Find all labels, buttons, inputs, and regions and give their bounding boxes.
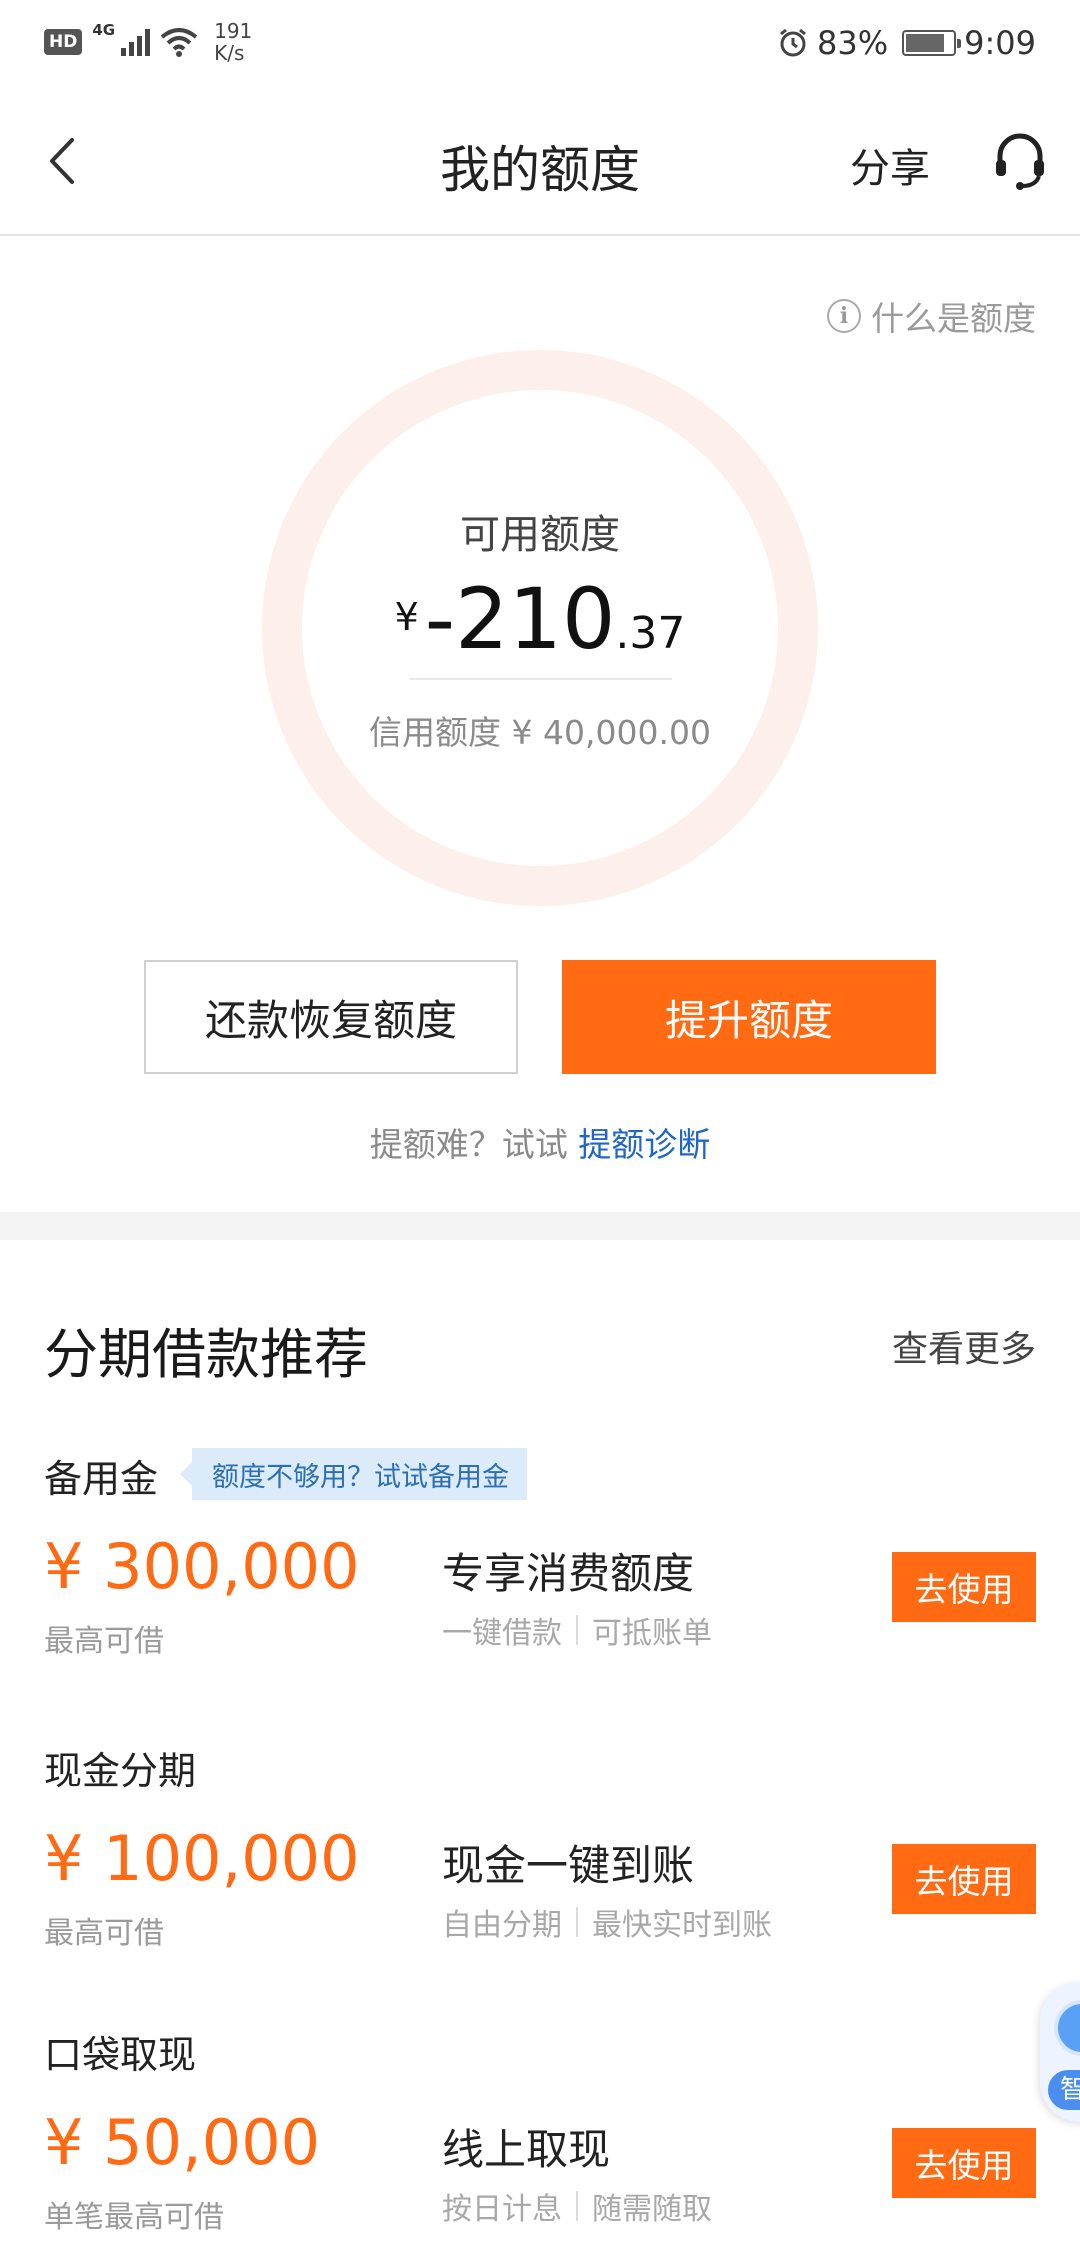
what-is-quota-label: 什么是额度 xyxy=(871,299,1036,338)
product-desc-item: 随需随取 xyxy=(592,2192,712,2227)
repay-restore-button[interactable]: 还款恢复额度 xyxy=(144,960,518,1074)
product-feature: 线上取现 xyxy=(442,2125,611,2174)
nav-bar: 我的额度 分享 xyxy=(0,86,1080,236)
available-quota-label: 可用额度 xyxy=(460,512,620,558)
share-button[interactable]: 分享 xyxy=(850,136,930,194)
product-desc-item: 自由分期 xyxy=(442,1908,562,1943)
battery-percent: 83% xyxy=(817,24,889,62)
product-desc-item: 按日计息 xyxy=(442,2192,562,2227)
battery-icon xyxy=(902,30,962,56)
what-is-quota-link[interactable]: i 什么是额度 xyxy=(827,292,1036,340)
product-description: 一键借款 可抵账单 xyxy=(442,1608,712,1652)
available-quota-amount: ¥-210.37 xyxy=(0,570,1080,668)
product-max-amount: ¥ 300,000 xyxy=(44,1530,360,1603)
product-amount-caption: 单笔最高可借 xyxy=(44,2200,224,2235)
net-speed: 191 K/s xyxy=(214,20,252,64)
raise-quota-button[interactable]: 提升额度 xyxy=(562,960,936,1074)
status-right: 83% 9:09 xyxy=(777,24,1036,62)
use-button[interactable]: 去使用 xyxy=(892,2128,1036,2198)
desc-separator xyxy=(576,1907,578,1937)
clock: 9:09 xyxy=(964,24,1036,62)
amount-integer: -210 xyxy=(424,570,616,668)
hd-icon: HD xyxy=(44,29,83,55)
floating-assistant-button[interactable]: 智 xyxy=(1040,1982,1080,2122)
net-speed-value: 191 xyxy=(214,19,253,43)
alarm-icon xyxy=(780,28,806,57)
product-amount-caption: 最高可借 xyxy=(44,1624,164,1659)
product-desc-item: 一键借款 xyxy=(442,1616,562,1651)
wifi-icon xyxy=(160,28,198,57)
net-speed-unit: K/s xyxy=(214,41,245,65)
product-amount-caption: 最高可借 xyxy=(44,1916,164,1951)
customer-service-icon[interactable] xyxy=(990,130,1050,194)
product-card: 备用金 额度不够用？试试备用金 ¥ 300,000 最高可借 专享消费额度 一键… xyxy=(0,1448,1080,1708)
recommend-title: 分期借款推荐 xyxy=(44,1323,368,1386)
assistant-avatar-icon xyxy=(1054,2000,1080,2056)
info-icon: i xyxy=(827,299,861,333)
product-name: 备用金 xyxy=(44,1457,159,1501)
view-more-link[interactable]: 查看更多 xyxy=(892,1320,1036,1372)
amount-decimal: .37 xyxy=(615,608,686,659)
desc-separator xyxy=(576,1615,578,1645)
product-description: 自由分期 最快实时到账 xyxy=(442,1900,772,1944)
use-button[interactable]: 去使用 xyxy=(892,1844,1036,1914)
status-bar: HD 4G 191 K/s 83% 9:09 xyxy=(0,0,1080,86)
desc-separator xyxy=(576,2191,578,2221)
section-divider xyxy=(0,1212,1080,1240)
product-name: 口袋取现 xyxy=(44,2033,197,2077)
status-left: HD 4G 191 K/s xyxy=(44,20,252,64)
product-description: 按日计息 随需随取 xyxy=(442,2184,712,2228)
product-feature: 专享消费额度 xyxy=(442,1549,695,1598)
product-card: 口袋取现 ¥ 50,000 单笔最高可借 线上取现 按日计息 随需随取 去使用 xyxy=(0,2024,1080,2244)
product-promo-tag: 额度不够用？试试备用金 xyxy=(180,1448,527,1500)
use-button[interactable]: 去使用 xyxy=(892,1552,1036,1622)
quota-diagnosis-hint: 提额难？试试 提额诊断 xyxy=(0,1118,1080,1166)
credit-limit: 信用额度 ¥ 40,000.00 xyxy=(369,713,711,752)
amount-divider xyxy=(410,678,672,680)
assistant-label: 智 xyxy=(1048,2070,1080,2110)
product-max-amount: ¥ 50,000 xyxy=(44,2106,321,2179)
signal-icon xyxy=(121,28,151,56)
product-feature: 现金一键到账 xyxy=(442,1841,695,1890)
diagnosis-prefix: 提额难？试试 xyxy=(369,1125,579,1164)
product-max-amount: ¥ 100,000 xyxy=(44,1822,360,1895)
network-type: 4G xyxy=(92,21,116,39)
currency-symbol: ¥ xyxy=(394,595,419,639)
product-desc-item: 可抵账单 xyxy=(592,1616,712,1651)
product-name: 现金分期 xyxy=(44,1749,197,1793)
product-card: 现金分期 ¥ 100,000 最高可借 现金一键到账 自由分期 最快实时到账 去… xyxy=(0,1740,1080,2000)
product-desc-item: 最快实时到账 xyxy=(592,1908,772,1943)
quota-diagnosis-link[interactable]: 提额诊断 xyxy=(578,1125,710,1164)
